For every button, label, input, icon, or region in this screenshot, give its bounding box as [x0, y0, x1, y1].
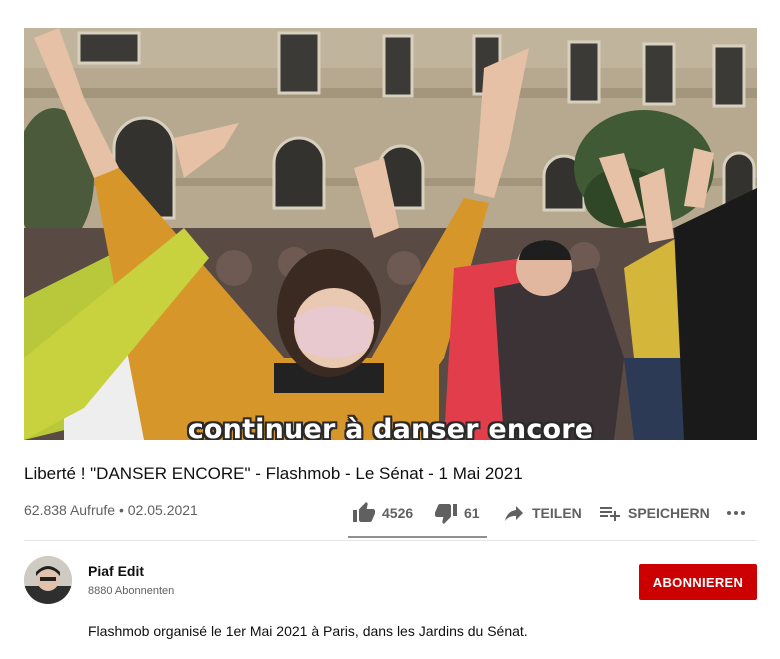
action-bar: 4526 61 TEILEN SPEICHERN: [352, 500, 748, 526]
channel-name[interactable]: Piaf Edit: [88, 563, 144, 579]
like-count: 4526: [382, 505, 414, 521]
more-actions-button[interactable]: [724, 501, 748, 525]
thumbs-up-icon: [352, 501, 376, 525]
view-count: 62.838 Aufrufe: [24, 502, 116, 518]
subscribe-button[interactable]: ABONNIEREN: [639, 564, 757, 600]
dislike-button[interactable]: 61: [434, 501, 502, 525]
save-label: SPEICHERN: [628, 505, 710, 521]
video-frame: [24, 28, 757, 440]
video-subtitle: continuer à danser encore: [187, 414, 594, 440]
share-button[interactable]: TEILEN: [502, 501, 598, 525]
playlist-add-icon: [598, 501, 622, 525]
meta-separator: •: [118, 502, 124, 518]
share-arrow-icon: [502, 501, 526, 525]
subscriber-count: 8880 Abonnenten: [88, 585, 175, 597]
share-label: TEILEN: [532, 505, 582, 521]
like-ratio-bar: [348, 536, 487, 538]
save-button[interactable]: SPEICHERN: [598, 501, 724, 525]
like-ratio-fill: [348, 536, 486, 538]
video-meta: 62.838 Aufrufe • 02.05.2021: [24, 502, 198, 518]
video-title: Liberté ! "DANSER ENCORE" - Flashmob - L…: [24, 464, 523, 483]
video-description: Flashmob organisé le 1er Mai 2021 à Pari…: [88, 623, 528, 639]
upload-date: 02.05.2021: [127, 502, 198, 518]
avatar[interactable]: [24, 556, 72, 604]
video-player[interactable]: continuer à danser encore: [24, 28, 757, 440]
thumbs-down-icon: [434, 501, 458, 525]
more-horizontal-icon: [724, 501, 748, 525]
divider: [24, 540, 757, 541]
like-button[interactable]: 4526: [352, 501, 434, 525]
watch-page: continuer à danser encore Liberté ! "DAN…: [0, 0, 780, 659]
dislike-count: 61: [464, 505, 480, 521]
